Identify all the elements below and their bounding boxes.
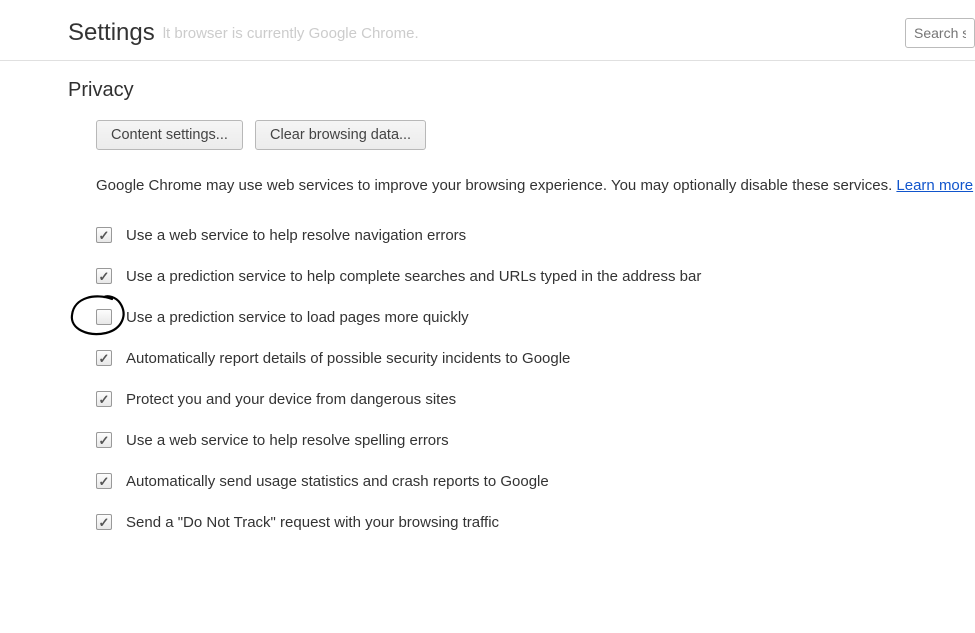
- checkbox[interactable]: [96, 309, 112, 325]
- privacy-options-list: Use a web service to help resolve naviga…: [96, 227, 975, 531]
- privacy-option-row: Automatically send usage statistics and …: [96, 473, 975, 490]
- privacy-option-row: Use a prediction service to load pages m…: [96, 309, 975, 326]
- privacy-option-row: Use a prediction service to help complet…: [96, 268, 975, 285]
- faded-subtext: lt browser is currently Google Chrome.: [163, 25, 419, 42]
- search-container: [905, 18, 975, 48]
- checkbox[interactable]: [96, 350, 112, 366]
- checkbox-label: Protect you and your device from dangero…: [126, 391, 456, 408]
- checkbox[interactable]: [96, 268, 112, 284]
- privacy-option-row: Use a web service to help resolve spelli…: [96, 432, 975, 449]
- clear-browsing-data-button[interactable]: Clear browsing data...: [255, 120, 426, 150]
- checkbox-label: Use a prediction service to help complet…: [126, 268, 701, 285]
- checkbox-label: Automatically send usage statistics and …: [126, 473, 549, 490]
- page-title: Settings: [68, 19, 155, 47]
- privacy-option-row: Automatically report details of possible…: [96, 350, 975, 367]
- checkbox-label: Use a web service to help resolve naviga…: [126, 227, 466, 244]
- checkbox[interactable]: [96, 473, 112, 489]
- checkbox[interactable]: [96, 391, 112, 407]
- content-settings-button[interactable]: Content settings...: [96, 120, 243, 150]
- description-text: Google Chrome may use web services to im…: [96, 177, 896, 194]
- checkbox[interactable]: [96, 514, 112, 530]
- checkbox-label: Use a prediction service to load pages m…: [126, 309, 469, 326]
- checkbox-label: Use a web service to help resolve spelli…: [126, 432, 449, 449]
- privacy-option-row: Protect you and your device from dangero…: [96, 391, 975, 408]
- privacy-option-row: Send a "Do Not Track" request with your …: [96, 514, 975, 531]
- search-input[interactable]: [905, 18, 975, 48]
- privacy-description: Google Chrome may use web services to im…: [96, 172, 975, 201]
- section-title: Privacy: [68, 79, 975, 102]
- checkbox-label: Send a "Do Not Track" request with your …: [126, 514, 499, 531]
- header-bar: Settings lt browser is currently Google …: [0, 0, 975, 61]
- learn-more-link[interactable]: Learn more: [896, 177, 973, 194]
- privacy-option-row: Use a web service to help resolve naviga…: [96, 227, 975, 244]
- content-area: Privacy Content settings... Clear browsi…: [0, 61, 975, 531]
- checkbox[interactable]: [96, 227, 112, 243]
- privacy-button-row: Content settings... Clear browsing data.…: [96, 120, 975, 150]
- checkbox[interactable]: [96, 432, 112, 448]
- checkbox-label: Automatically report details of possible…: [126, 350, 570, 367]
